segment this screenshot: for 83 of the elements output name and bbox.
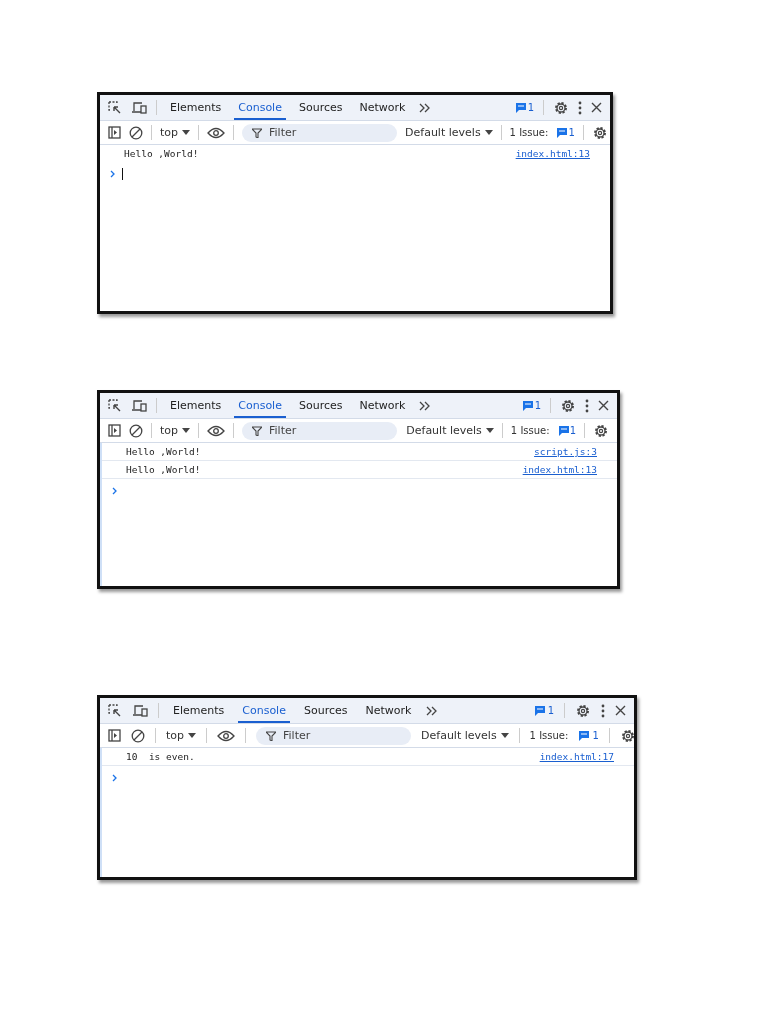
message-icon[interactable] bbox=[514, 102, 527, 113]
clear-icon[interactable] bbox=[129, 423, 143, 438]
device-icon[interactable] bbox=[131, 398, 147, 413]
source-link[interactable]: index.html:17 bbox=[539, 751, 614, 762]
tab[interactable]: Console bbox=[234, 393, 286, 418]
source-link[interactable]: script.js:3 bbox=[534, 446, 597, 457]
levels-dropdown[interactable]: Default levels bbox=[405, 126, 493, 139]
prompt-icon bbox=[112, 774, 118, 782]
tab[interactable]: Console bbox=[234, 95, 286, 120]
more-menu-icon[interactable] bbox=[585, 398, 589, 413]
settings-icon[interactable] bbox=[553, 99, 569, 116]
sidebar-toggle-icon[interactable] bbox=[108, 424, 121, 437]
inspect-icon[interactable] bbox=[108, 398, 122, 413]
source-link[interactable]: index.html:13 bbox=[522, 464, 597, 475]
tab[interactable]: Sources bbox=[294, 393, 347, 418]
issues-label: 1 Issue: bbox=[529, 730, 569, 741]
issue-count: 1 bbox=[527, 102, 534, 113]
caret-icon bbox=[500, 733, 509, 738]
levels-dropdown[interactable]: Default levels bbox=[421, 729, 509, 742]
issue-count: 1 bbox=[569, 425, 576, 436]
more-menu-icon[interactable] bbox=[578, 100, 582, 115]
inspect-icon[interactable] bbox=[108, 703, 122, 718]
tab[interactable]: Network bbox=[361, 698, 416, 723]
message-icon[interactable] bbox=[557, 425, 570, 436]
filter-field[interactable]: Filter bbox=[256, 726, 412, 745]
settings-icon[interactable] bbox=[593, 422, 609, 439]
tab[interactable]: Network bbox=[355, 393, 410, 418]
context-dropdown[interactable]: top bbox=[160, 424, 191, 437]
more-menu-icon[interactable] bbox=[601, 703, 605, 718]
caret-icon bbox=[485, 428, 494, 433]
issue-count: 1 bbox=[568, 127, 575, 138]
filter-icon[interactable] bbox=[252, 425, 263, 436]
sidebar-toggle-icon[interactable] bbox=[108, 729, 121, 742]
console-message: Hello ,World! bbox=[124, 148, 199, 159]
issue-count: 1 bbox=[592, 730, 599, 741]
settings-icon[interactable] bbox=[575, 702, 591, 719]
issue-count: 1 bbox=[534, 400, 541, 411]
filter-icon[interactable] bbox=[266, 730, 277, 741]
caret-icon bbox=[188, 733, 197, 738]
tab[interactable]: Sources bbox=[294, 95, 347, 120]
tab[interactable]: Elements bbox=[169, 698, 229, 723]
inspect-icon[interactable] bbox=[108, 100, 122, 115]
caret-icon bbox=[182, 428, 191, 433]
tab[interactable]: Network bbox=[355, 95, 410, 120]
settings-icon[interactable] bbox=[560, 397, 576, 414]
settings-icon[interactable] bbox=[591, 124, 608, 141]
eye-icon[interactable] bbox=[207, 424, 226, 437]
issue-count: 1 bbox=[547, 705, 554, 716]
tab[interactable]: Console bbox=[238, 698, 290, 723]
console-message: 10 is even. bbox=[126, 751, 195, 762]
filter-field[interactable]: Filter bbox=[242, 123, 398, 142]
message-icon[interactable] bbox=[521, 400, 534, 411]
issues-label: 1 Issue: bbox=[509, 127, 549, 138]
close-icon[interactable] bbox=[615, 705, 626, 716]
close-icon[interactable] bbox=[598, 400, 609, 411]
device-icon[interactable] bbox=[131, 100, 147, 115]
clear-icon[interactable] bbox=[129, 125, 143, 140]
console-message: Hello ,World! bbox=[126, 446, 201, 457]
prompt-icon bbox=[110, 170, 116, 178]
close-icon[interactable] bbox=[591, 102, 602, 113]
device-icon[interactable] bbox=[132, 703, 148, 718]
eye-icon[interactable] bbox=[207, 126, 226, 139]
sidebar-toggle-icon[interactable] bbox=[108, 126, 121, 139]
filter-field[interactable]: Filter bbox=[242, 421, 398, 440]
message-icon[interactable] bbox=[533, 705, 546, 716]
context-dropdown[interactable]: top bbox=[160, 126, 191, 139]
tab[interactable]: Elements bbox=[166, 95, 226, 120]
tab[interactable]: Sources bbox=[299, 698, 352, 723]
filter-icon[interactable] bbox=[252, 127, 263, 138]
settings-icon[interactable] bbox=[619, 727, 634, 744]
eye-icon[interactable] bbox=[217, 729, 236, 742]
caret-icon bbox=[182, 130, 191, 135]
message-icon[interactable] bbox=[556, 127, 569, 138]
context-dropdown[interactable]: top bbox=[166, 729, 197, 742]
levels-dropdown[interactable]: Default levels bbox=[406, 424, 494, 437]
caret-icon bbox=[484, 130, 493, 135]
console-message: Hello ,World! bbox=[126, 464, 201, 475]
issues-label: 1 Issue: bbox=[510, 425, 550, 436]
message-icon[interactable] bbox=[578, 730, 591, 741]
prompt-icon bbox=[112, 487, 118, 495]
tab[interactable]: Elements bbox=[166, 393, 226, 418]
source-link[interactable]: index.html:13 bbox=[515, 148, 590, 159]
clear-icon[interactable] bbox=[131, 728, 145, 743]
